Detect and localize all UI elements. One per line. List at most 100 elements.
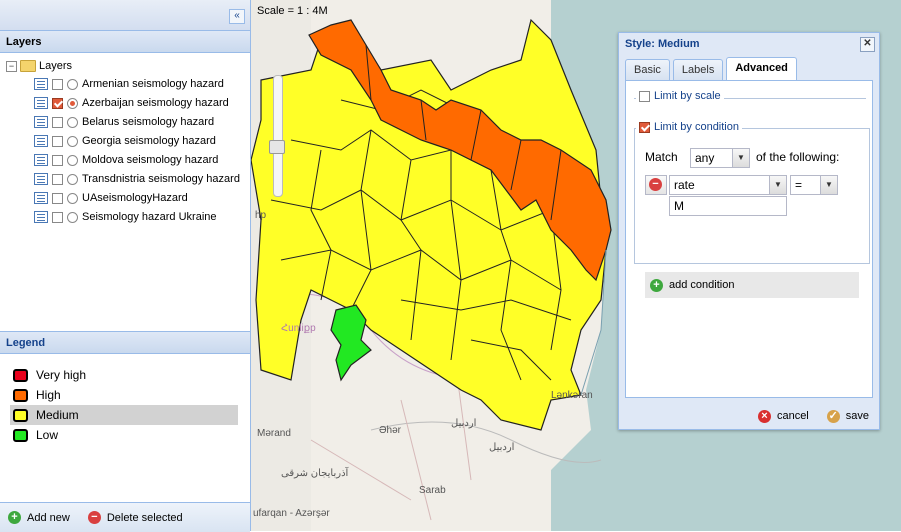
legend-item-label: Very high xyxy=(36,368,87,382)
style-tabs: Basic Labels Advanced xyxy=(625,57,800,80)
layer-item-label: Transdnistria seismology hazard xyxy=(82,173,240,185)
layer-item-label: UAseismologyHazard xyxy=(82,192,188,204)
legend-swatch xyxy=(13,408,28,422)
dialog-header[interactable]: Style: Medium ✕ xyxy=(619,33,879,55)
tab-labels[interactable]: Labels xyxy=(672,59,724,80)
layer-visibility-checkbox[interactable] xyxy=(52,173,63,185)
layer-visibility-checkbox[interactable] xyxy=(52,154,63,166)
close-icon[interactable]: ✕ xyxy=(860,37,875,52)
limit-by-scale-toggle[interactable]: Limit by scale xyxy=(636,90,724,102)
match-label: Match xyxy=(645,150,678,164)
map-label: Lənkəran xyxy=(551,390,593,401)
remove-condition-button[interactable]: − xyxy=(645,175,667,195)
layer-select-radio[interactable] xyxy=(67,116,78,128)
layer-select-radio[interactable] xyxy=(67,97,78,109)
limit-by-condition-label: Limit by condition xyxy=(654,121,739,133)
cancel-icon: × xyxy=(757,409,771,423)
save-label: save xyxy=(845,410,869,422)
legend-item[interactable]: Very high xyxy=(10,365,238,385)
chevron-down-icon[interactable]: ▼ xyxy=(820,176,837,194)
collapse-panel-button[interactable]: « xyxy=(229,9,245,24)
layer-item[interactable]: Azerbaijan seismology hazard xyxy=(34,94,229,112)
layer-icon xyxy=(34,192,48,204)
layer-item[interactable]: Armenian seismology hazard xyxy=(34,75,224,93)
add-condition-label: add condition xyxy=(669,279,735,291)
add-condition-button[interactable]: + add condition xyxy=(645,272,859,298)
limit-by-scale-label: Limit by scale xyxy=(654,90,721,102)
add-new-label: Add new xyxy=(27,511,70,524)
following-label: of the following: xyxy=(756,150,840,164)
layer-visibility-checkbox[interactable] xyxy=(52,116,63,128)
map-label: Հunliքp xyxy=(281,323,316,334)
layer-select-radio[interactable] xyxy=(67,135,78,147)
layer-visibility-checkbox[interactable] xyxy=(52,135,63,147)
layer-select-radio[interactable] xyxy=(67,154,78,166)
layer-visibility-checkbox[interactable] xyxy=(52,78,63,90)
layer-icon xyxy=(34,97,48,109)
layer-item[interactable]: Georgia seismology hazard xyxy=(34,132,216,150)
remove-icon: − xyxy=(649,178,662,191)
attribute-select[interactable]: rate ▼ xyxy=(669,175,787,195)
map-label: اردبیل xyxy=(451,418,477,429)
match-select-value: any xyxy=(695,151,715,165)
match-select[interactable]: any ▼ xyxy=(690,148,750,168)
legend-item[interactable]: High xyxy=(10,385,238,405)
layer-tree-root[interactable]: − Layers xyxy=(6,58,72,74)
layer-item[interactable]: Belarus seismology hazard xyxy=(34,113,214,131)
layer-item[interactable]: Seismology hazard Ukraine xyxy=(34,208,217,226)
chevron-down-icon[interactable]: ▼ xyxy=(769,176,786,194)
chevron-down-icon[interactable]: ▼ xyxy=(732,149,749,167)
layer-item-label: Seismology hazard Ukraine xyxy=(82,211,217,223)
delete-selected-button[interactable]: − Delete selected xyxy=(87,511,183,524)
zoom-slider-track[interactable] xyxy=(273,75,283,197)
layer-item-label: Moldova seismology hazard xyxy=(82,154,219,166)
legend-panel-title: Legend xyxy=(0,331,250,354)
limit-by-condition-checkbox[interactable] xyxy=(639,121,650,133)
cancel-button[interactable]: × cancel xyxy=(757,409,809,423)
cancel-label: cancel xyxy=(776,410,809,422)
legend-swatch xyxy=(13,428,28,442)
layer-visibility-checkbox[interactable] xyxy=(52,211,63,223)
layer-icon xyxy=(34,173,48,185)
layer-select-radio[interactable] xyxy=(67,192,78,204)
layer-item-label: Georgia seismology hazard xyxy=(82,135,216,147)
layer-icon xyxy=(34,116,48,128)
map-label: hp xyxy=(255,210,267,221)
legend-item[interactable]: Medium xyxy=(10,405,238,425)
legend-item[interactable]: Low xyxy=(10,425,238,445)
layer-visibility-checkbox[interactable] xyxy=(52,97,63,109)
layer-select-radio[interactable] xyxy=(67,173,78,185)
legend-item-label: High xyxy=(36,388,61,402)
remove-icon: − xyxy=(87,511,101,524)
save-button[interactable]: ✓ save xyxy=(826,409,869,423)
layer-visibility-checkbox[interactable] xyxy=(52,192,63,204)
layer-tree-root-label: Layers xyxy=(39,60,73,72)
layer-item[interactable]: UAseismologyHazard xyxy=(34,189,188,207)
layer-icon xyxy=(34,154,48,166)
layer-icon xyxy=(34,211,48,223)
layer-select-radio[interactable] xyxy=(67,78,78,90)
legend-swatch xyxy=(13,388,28,402)
map-scale-text: Scale = 1 : 4M xyxy=(257,5,328,17)
add-new-button[interactable]: + Add new xyxy=(8,511,70,524)
layer-item[interactable]: Transdnistria seismology hazard xyxy=(34,170,240,188)
limit-by-scale-checkbox[interactable] xyxy=(639,90,650,102)
operator-select-value: = xyxy=(795,178,803,192)
zoom-slider-thumb[interactable] xyxy=(269,140,285,154)
left-panel: « Layers − Layers Armenian seismology ha… xyxy=(0,0,251,532)
operator-select[interactable]: = ▼ xyxy=(790,175,838,195)
tab-advanced[interactable]: Advanced xyxy=(726,57,797,80)
layer-item[interactable]: Moldova seismology hazard xyxy=(34,151,218,169)
limit-by-condition-fieldset: Match any ▼ of the following: − rate ▼ =… xyxy=(634,128,870,298)
folder-icon xyxy=(20,60,36,72)
panel-toolbar: « xyxy=(0,0,250,31)
collapse-toggle-icon[interactable]: − xyxy=(6,60,17,72)
layer-item-label: Belarus seismology hazard xyxy=(82,116,215,128)
legend-swatch xyxy=(13,368,28,382)
value-field[interactable]: M xyxy=(669,196,787,216)
map-label: اردبیل xyxy=(489,442,515,453)
layer-icon xyxy=(34,135,48,147)
limit-by-condition-toggle[interactable]: Limit by condition xyxy=(636,121,742,133)
layer-select-radio[interactable] xyxy=(67,211,78,223)
tab-basic[interactable]: Basic xyxy=(625,59,670,80)
